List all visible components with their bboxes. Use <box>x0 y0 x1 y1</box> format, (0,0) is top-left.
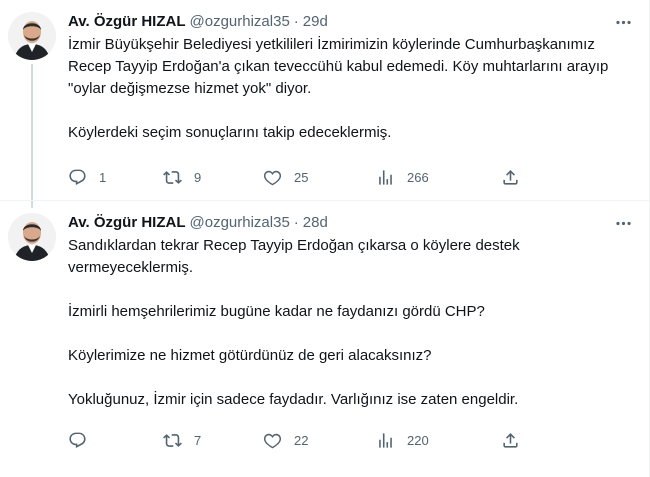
tweet-header: Av. Özgür HIZAL @ozgurhizal35 · 28d <box>68 213 633 233</box>
avatar-column <box>4 213 60 477</box>
author-name[interactable]: Av. Özgür HIZAL <box>68 12 186 32</box>
share-button[interactable] <box>501 431 520 450</box>
retweet-button[interactable]: 9 <box>163 168 263 187</box>
reply-count: 1 <box>99 169 107 185</box>
separator: · <box>293 214 299 231</box>
like-count: 25 <box>294 169 309 185</box>
retweet-icon <box>163 433 182 447</box>
avatar-image <box>8 12 56 60</box>
tweet-time[interactable]: 29d <box>303 12 328 32</box>
tweet[interactable]: Av. Özgür HIZAL @ozgurhizal35 · 28d Sand… <box>0 200 649 477</box>
heart-icon <box>263 433 282 448</box>
reply-button[interactable] <box>68 431 163 450</box>
author-handle[interactable]: @ozgurhizal35 <box>190 213 290 233</box>
share-button[interactable] <box>501 168 520 187</box>
more-button[interactable] <box>613 12 633 32</box>
tweet-header: Av. Özgür HIZAL @ozgurhizal35 · 29d <box>68 12 633 32</box>
heart-icon <box>263 170 282 185</box>
reply-button[interactable]: 1 <box>68 168 163 187</box>
tweet-text: Sandıklardan tekrar Recep Tayyip Erdoğan… <box>68 235 633 411</box>
timeline: Av. Özgür HIZAL @ozgurhizal35 · 29d İzmi… <box>0 0 650 477</box>
views-button[interactable]: 220 <box>376 431 501 450</box>
avatar-image <box>8 213 56 261</box>
share-icon <box>503 169 518 185</box>
tweet-actions: 1 9 25 266 <box>68 162 569 192</box>
views-icon <box>379 169 392 185</box>
retweet-count: 9 <box>194 169 202 185</box>
more-icon <box>615 20 631 24</box>
retweet-icon <box>163 170 182 184</box>
more-button[interactable] <box>613 213 633 233</box>
like-button[interactable]: 25 <box>263 168 376 187</box>
reply-icon <box>69 432 86 448</box>
tweet-text: İzmir Büyükşehir Belediyesi yetkilileri … <box>68 34 633 144</box>
tweet-paragraph: İzmir Büyükşehir Belediyesi yetkilileri … <box>68 36 613 97</box>
tweet-paragraph: Köylerimize ne hizmet götürdünüz de geri… <box>68 347 432 364</box>
share-icon <box>503 432 518 448</box>
separator: · <box>293 13 299 30</box>
tweet-actions: 7 22 220 <box>68 425 569 455</box>
avatar[interactable] <box>8 213 56 261</box>
tweet-paragraph: Köylerdeki seçim sonuçlarını takip edece… <box>68 124 392 141</box>
views-icon <box>379 432 392 448</box>
views-button[interactable]: 266 <box>376 168 501 187</box>
tweet[interactable]: Av. Özgür HIZAL @ozgurhizal35 · 29d İzmi… <box>0 0 649 208</box>
author-handle[interactable]: @ozgurhizal35 <box>190 12 290 32</box>
like-button[interactable]: 22 <box>263 431 376 450</box>
tweet-paragraph: Sandıklardan tekrar Recep Tayyip Erdoğan… <box>68 237 524 276</box>
reply-icon <box>69 169 86 185</box>
views-count: 266 <box>407 169 429 185</box>
thread-line <box>31 64 33 208</box>
tweet-time[interactable]: 28d <box>303 213 328 233</box>
author-name[interactable]: Av. Özgür HIZAL <box>68 213 186 233</box>
like-count: 22 <box>294 432 309 448</box>
tweet-paragraph: Yokluğunuz, İzmir için sadece faydadır. … <box>68 391 519 408</box>
views-count: 220 <box>407 432 429 448</box>
more-icon <box>615 221 631 225</box>
retweet-count: 7 <box>194 432 202 448</box>
retweet-button[interactable]: 7 <box>163 431 263 450</box>
avatar-column <box>4 12 60 208</box>
tweet-paragraph: İzmirli hemşehrilerimiz bugüne kadar ne … <box>68 303 485 320</box>
avatar[interactable] <box>8 12 56 60</box>
